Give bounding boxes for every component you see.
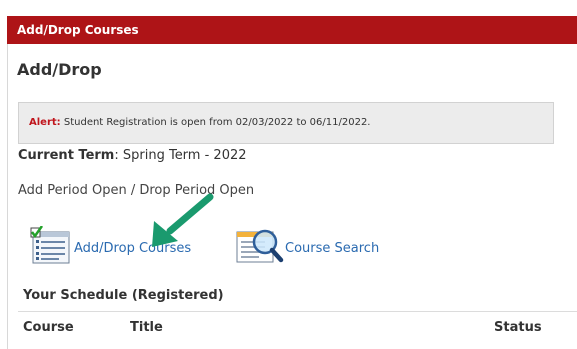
schedule-divider <box>18 311 577 312</box>
alert-label: Alert: <box>29 117 61 128</box>
section-title: Add/Drop <box>17 60 102 79</box>
panel-header: Add/Drop Courses <box>7 16 577 44</box>
alert-box: Alert: Student Registration is open from… <box>18 102 554 144</box>
current-term-value: : Spring Term - 2022 <box>114 148 247 163</box>
action-links: Add/Drop Courses Course Search <box>30 225 450 270</box>
current-term-label: Current Term <box>18 148 115 163</box>
current-term: Current Term: Spring Term - 2022 <box>18 148 247 163</box>
schedule-title: Your Schedule (Registered) <box>23 288 224 303</box>
column-header-title: Title <box>130 320 163 335</box>
alert-message: Student Registration is open from 02/03/… <box>63 117 371 128</box>
course-list-checkmark-icon <box>30 225 74 270</box>
pointer-arrow-icon <box>140 193 220 257</box>
course-search-link[interactable]: Course Search <box>235 226 379 270</box>
column-header-status: Status <box>494 320 542 335</box>
column-header-course: Course <box>23 320 74 335</box>
add-drop-page: Add/Drop Courses Add/Drop Alert: Student… <box>0 0 577 349</box>
magnifier-document-icon <box>235 226 285 270</box>
course-search-label[interactable]: Course Search <box>285 241 379 256</box>
